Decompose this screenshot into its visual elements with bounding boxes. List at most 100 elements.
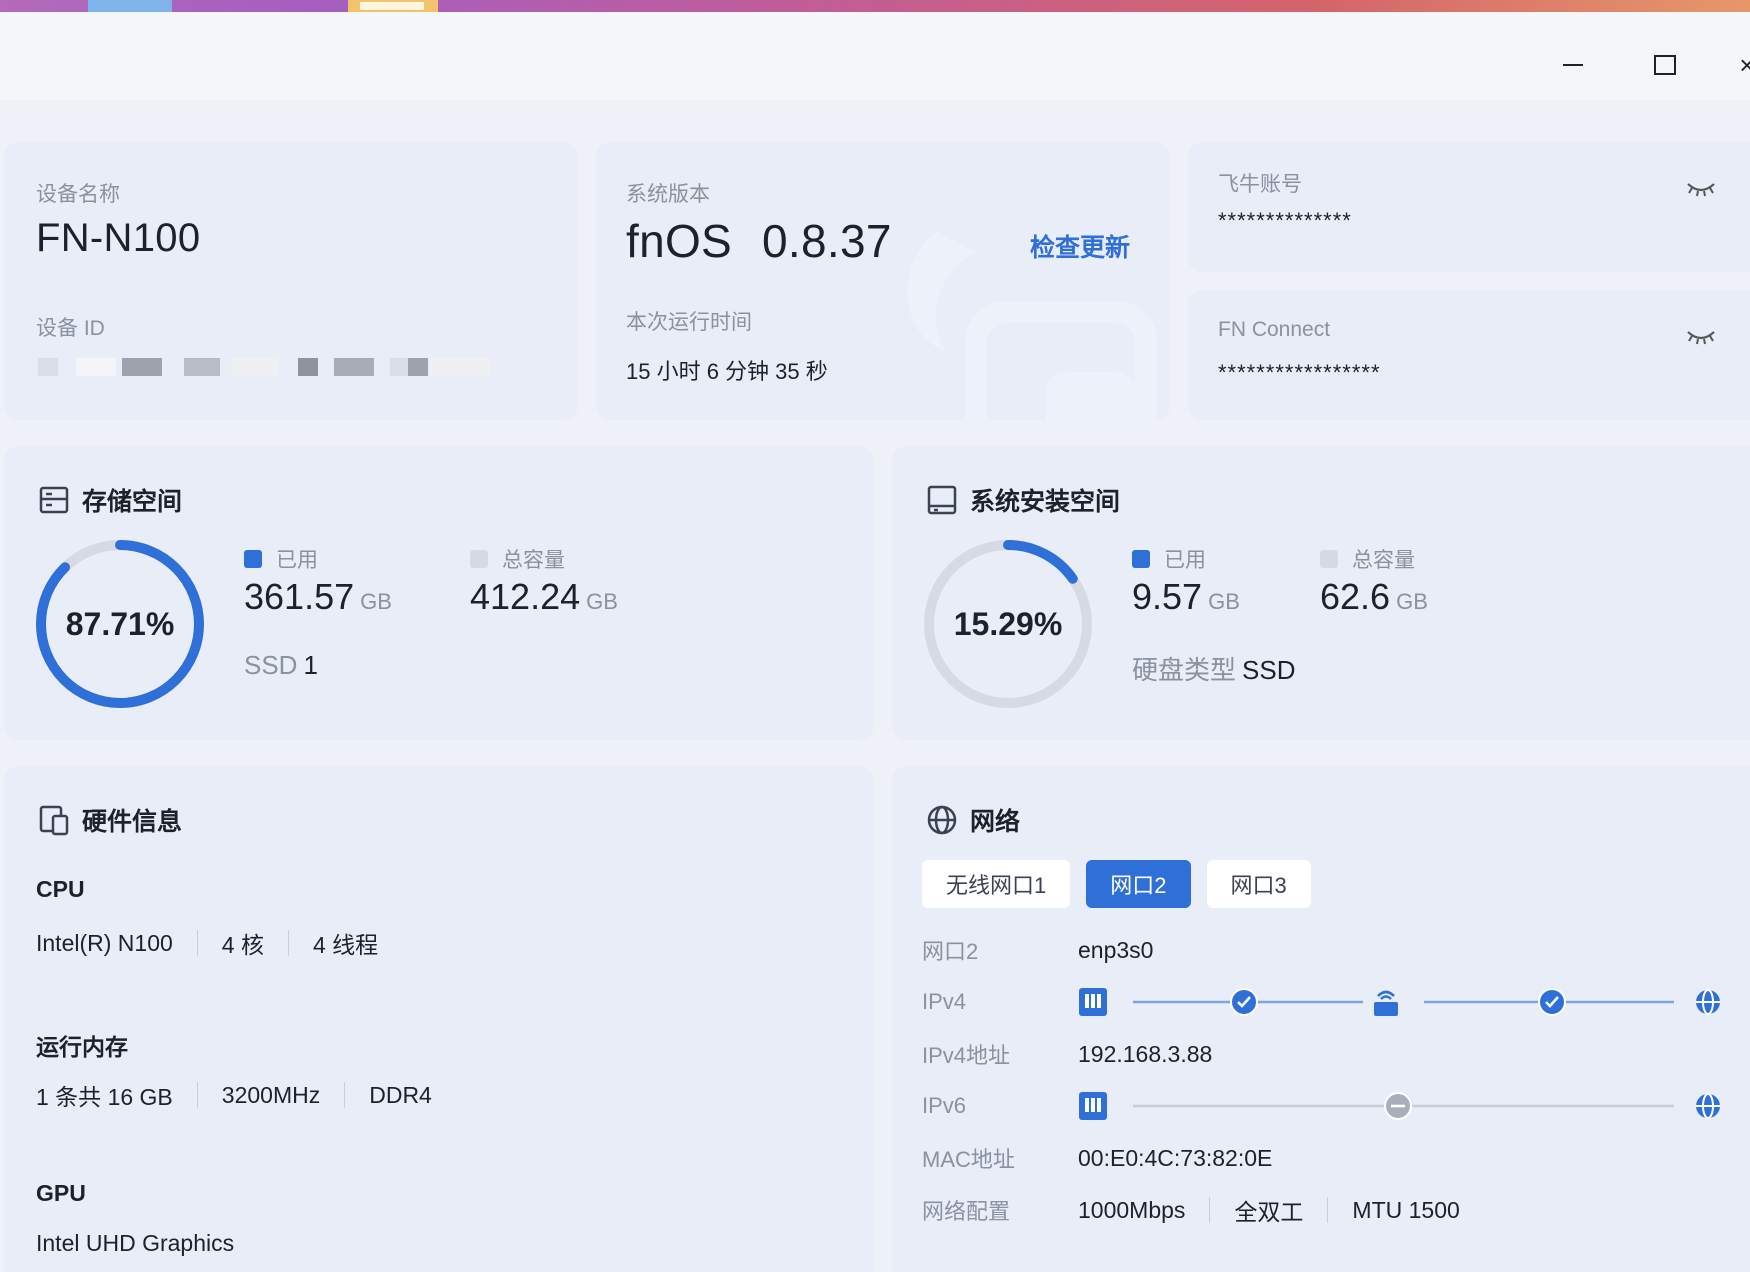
port-value: enp3s0: [1078, 936, 1154, 963]
memory-speed: 3200MHz: [221, 1081, 321, 1108]
ethernet-port-icon: [1079, 1092, 1107, 1120]
system-version-value: fnOS 0.8.37: [626, 214, 892, 268]
system-disk-total-legend: 总容量: [1320, 544, 1415, 574]
device-name: FN-N100: [36, 216, 201, 260]
maximize-icon: [1654, 55, 1676, 75]
system-version-card: 系统版本 fnOS 0.8.37 检查更新 本次运行时间 15 小时 6 分钟 …: [596, 142, 1170, 420]
cpu-cores: 4 核: [221, 932, 264, 958]
eye-closed-icon[interactable]: [1686, 178, 1716, 200]
cpu-threads: 4 线程: [312, 932, 379, 958]
port-row: 网口2 enp3s0: [922, 930, 1742, 970]
network-card: 网络 无线网口1 网口2 网口3 网口2 enp3s0 IPv4 IPv4地址 …: [892, 766, 1750, 1272]
fn-account-label: 飞牛账号: [1218, 173, 1302, 196]
devices-icon: [39, 805, 69, 836]
mtu-value: MTU 1500: [1352, 1196, 1460, 1223]
ipv4-connection-flow: [1079, 988, 1720, 1016]
device-id-label: 设备 ID: [36, 317, 105, 340]
tab-wireless-1[interactable]: 无线网口1: [922, 860, 1071, 908]
close-icon: ×: [1739, 50, 1750, 80]
system-disk-card: 系统安装空间 15.29% 已用 9.57 GB 总容量 62.6 GB 硬盘类型 S…: [892, 446, 1750, 740]
gpu-label: GPU: [36, 1180, 86, 1206]
globe-icon: [927, 805, 957, 835]
ipv6-label: IPv6: [922, 1093, 967, 1118]
storage-used-value: 361.57 GB: [244, 576, 392, 617]
duplex-mode: 全双工: [1234, 1199, 1304, 1225]
system-disk-type: 硬盘类型 SSD: [1132, 655, 1296, 685]
fn-connect-value: *****************: [1218, 360, 1381, 385]
memory-label: 运行内存: [36, 1034, 128, 1060]
storage-total-legend: 总容量: [470, 544, 565, 574]
ipv4-address-row: IPv4地址 192.168.3.88: [922, 1034, 1742, 1074]
os-version: 0.8.37: [762, 215, 892, 267]
memory-info: 1 条共 16 GB 3200MHz DDR4: [36, 1078, 432, 1112]
ethernet-port-icon: [1079, 988, 1107, 1016]
uptime-value: 15 小时 6 分钟 35 秒: [626, 359, 828, 384]
internet-globe-icon: [1696, 1093, 1720, 1119]
port-label: 网口2: [922, 939, 979, 964]
storage-disk-info: SSD 1: [244, 650, 318, 680]
mac-value: 00:E0:4C:73:82:0E: [1078, 1144, 1273, 1171]
system-version-label: 系统版本: [626, 183, 710, 206]
ipv4-address-label: IPv4地址: [922, 1043, 1011, 1068]
network-port-tabs: 无线网口1 网口2 网口3: [922, 860, 1311, 908]
close-button[interactable]: ×: [1732, 50, 1750, 80]
connected-check-icon: [1230, 988, 1258, 1016]
memory-type: DDR4: [369, 1081, 432, 1108]
dock-item-1: [88, 0, 172, 12]
memory-size: 1 条共 16 GB: [36, 1084, 173, 1110]
ipv6-connection-flow: [1079, 1092, 1720, 1120]
storage-icon: [39, 486, 69, 514]
router-icon: [1374, 990, 1398, 1016]
cpu-info: Intel(R) N100 4 核 4 线程: [36, 926, 378, 960]
device-id-masked: [38, 354, 498, 380]
network-config-value: 1000Mbps 全双工 MTU 1500: [1078, 1193, 1460, 1227]
device-card: 设备名称 FN-N100 设备 ID: [4, 142, 578, 420]
system-disk-title: 系统安装空间: [926, 482, 1120, 518]
system-disk-used-legend: 已用: [1132, 544, 1206, 574]
storage-used-legend: 已用: [244, 544, 318, 574]
storage-title: 存储空间: [38, 482, 182, 518]
uptime-label: 本次运行时间: [626, 311, 752, 334]
hard-disk-icon: [927, 485, 957, 515]
storage-title-text: 存储空间: [82, 488, 183, 516]
eye-closed-icon[interactable]: [1686, 326, 1716, 348]
hardware-title: 硬件信息: [38, 802, 182, 838]
cpu-model: Intel(R) N100: [36, 929, 173, 956]
tab-port-3[interactable]: 网口3: [1206, 860, 1311, 908]
fn-account-card: 飞牛账号 **************: [1188, 142, 1750, 272]
mac-row: MAC地址 00:E0:4C:73:82:0E: [922, 1138, 1742, 1178]
hardware-card: 硬件信息 CPU Intel(R) N100 4 核 4 线程 运行内存 1 条…: [4, 766, 874, 1272]
minimize-button[interactable]: [1558, 50, 1588, 80]
internet-globe-icon: [1696, 989, 1720, 1015]
fn-connect-card: FN Connect *****************: [1188, 290, 1750, 420]
connected-check-icon: [1538, 988, 1566, 1016]
storage-card: 存储空间 87.71% 已用 361.57 GB 总容量 412.24 GB SSD…: [4, 446, 874, 740]
window-titlebar: ×: [0, 12, 1750, 100]
minimize-icon: [1563, 64, 1583, 66]
link-speed: 1000Mbps: [1078, 1196, 1186, 1223]
network-title: 网络: [926, 802, 1020, 838]
os-name: fnOS: [626, 215, 733, 267]
fn-connect-label: FN Connect: [1218, 318, 1331, 341]
tab-port-2[interactable]: 网口2: [1086, 860, 1191, 908]
storage-total-value: 412.24 GB: [470, 576, 618, 617]
system-disk-percent: 15.29%: [953, 605, 1063, 642]
gpu-model: Intel UHD Graphics: [36, 1230, 235, 1256]
network-title-text: 网络: [970, 808, 1021, 836]
fn-account-value: **************: [1218, 208, 1352, 233]
cpu-label: CPU: [36, 876, 85, 902]
app-dock-strip: [0, 0, 1750, 12]
device-name-label: 设备名称: [36, 183, 120, 206]
ipv4-address-value: 192.168.3.88: [1078, 1040, 1213, 1067]
network-config-row: 网络配置 1000Mbps 全双工 MTU 1500: [922, 1190, 1742, 1230]
disconnected-minus-icon: [1384, 1092, 1412, 1120]
maximize-button[interactable]: [1650, 50, 1680, 80]
ipv4-label: IPv4: [922, 989, 967, 1014]
gpu-info: Intel UHD Graphics: [36, 1230, 234, 1257]
check-update-link[interactable]: 检查更新: [1030, 228, 1130, 264]
mac-label: MAC地址: [922, 1147, 1015, 1172]
network-config-label: 网络配置: [922, 1199, 1011, 1224]
system-disk-title-text: 系统安装空间: [970, 488, 1121, 516]
system-disk-used-value: 9.57 GB: [1132, 576, 1240, 617]
hardware-title-text: 硬件信息: [82, 808, 183, 836]
